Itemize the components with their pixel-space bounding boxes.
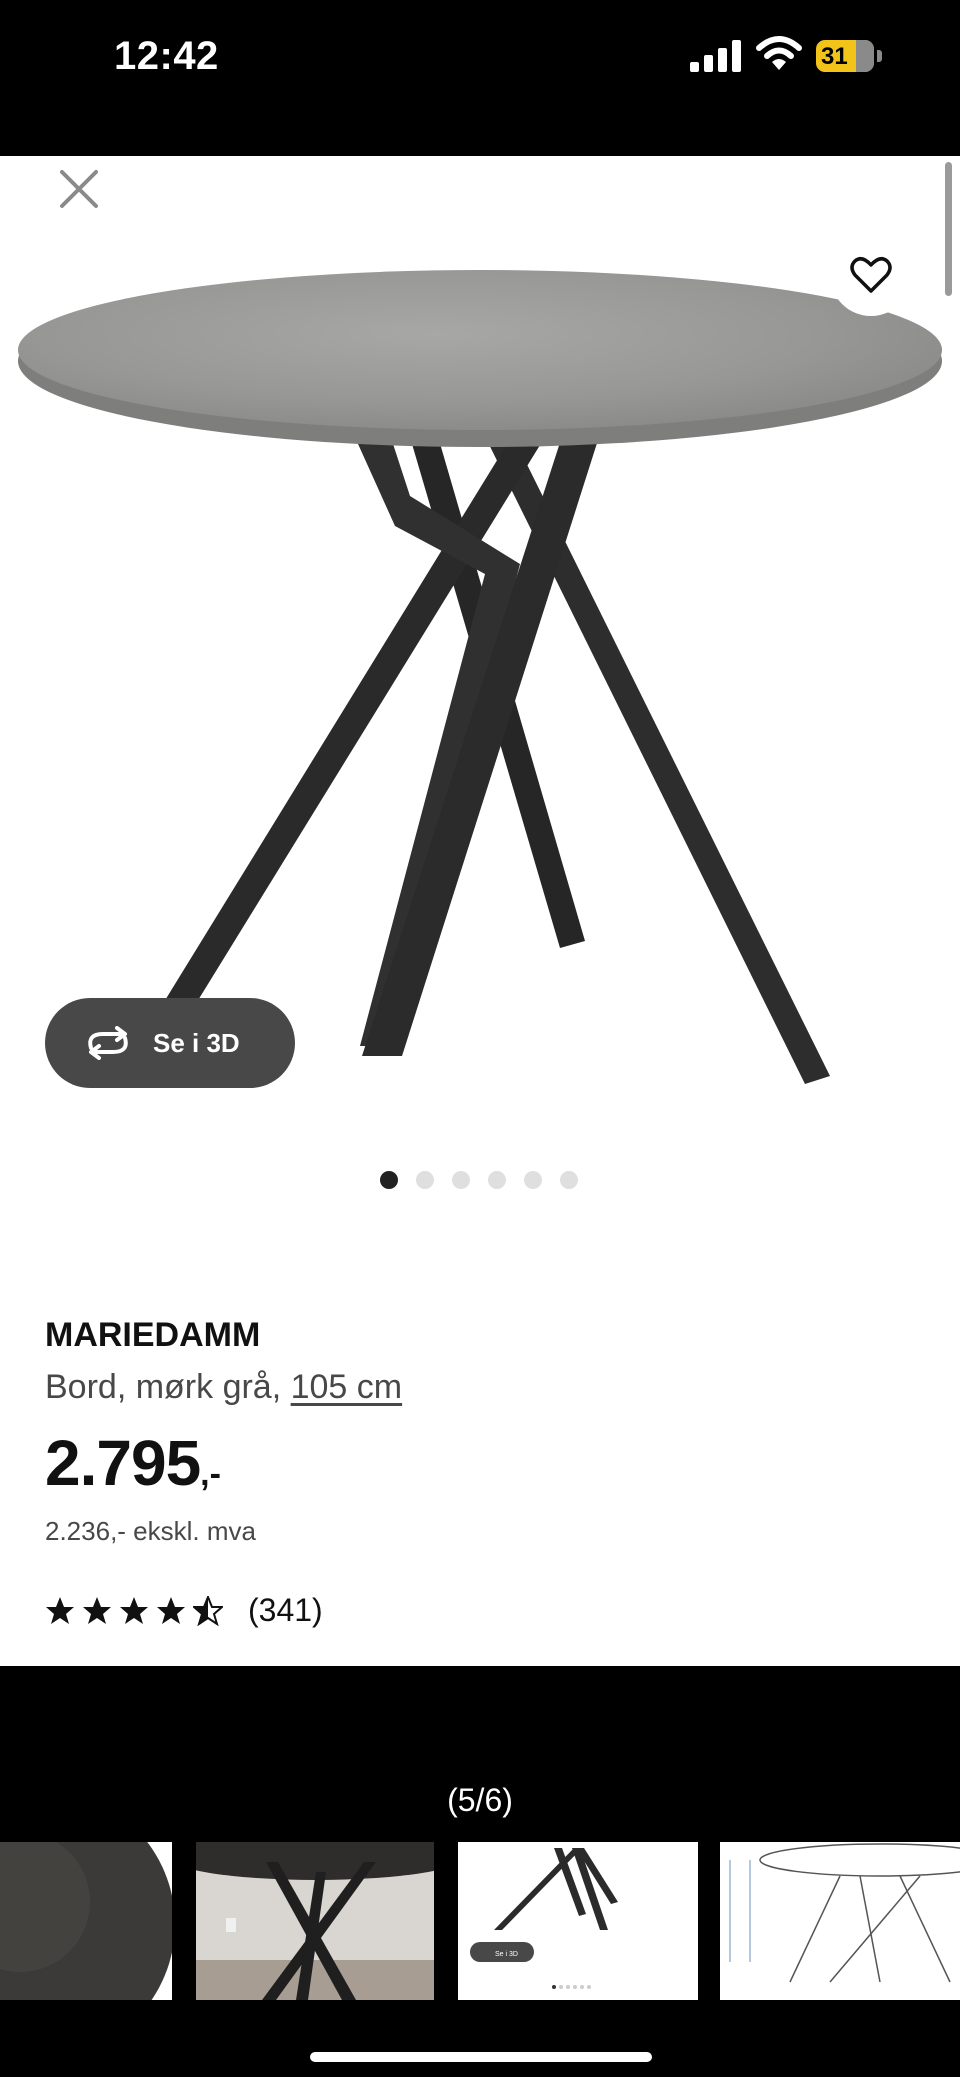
rotate-3d-icon [88,1026,128,1060]
carousel-dot[interactable] [380,1171,398,1189]
battery-charging-icon: 31 [816,40,884,72]
heart-icon [850,257,892,293]
star-icon [46,1596,74,1624]
thumb-3d-label: Se i 3D [495,1951,518,1958]
status-bar: 12:42 31 [0,0,960,156]
product-sheet: Se i 3D MARIEDAMM Bord, mørk grå, 105 cm… [0,156,960,1666]
star-icon [83,1596,111,1624]
price-suffix: ,- [200,1455,221,1493]
product-name: MARIEDAMM [45,1316,261,1354]
star-half-icon [193,1595,223,1626]
price-excl-vat: 2.236,- ekskl. mva [45,1516,256,1546]
product-description-text: Bord, mørk grå, [45,1368,291,1406]
gallery-thumbnail[interactable] [0,1842,172,2000]
favorite-button[interactable] [830,234,912,316]
gallery-thumbnail-active[interactable]: Se i 3D [458,1842,698,2000]
carousel-dot[interactable] [560,1171,578,1189]
size-link[interactable]: 105 cm [291,1368,403,1406]
product-description: Bord, mørk grå, 105 cm [45,1368,402,1407]
scrollbar[interactable] [945,162,952,296]
status-time: 12:42 [114,34,219,78]
home-indicator[interactable] [310,2052,652,2062]
carousel-dot[interactable] [524,1171,542,1189]
carousel-dot[interactable] [488,1171,506,1189]
wifi-icon [756,36,802,70]
battery-level: 31 [821,43,848,70]
cellular-signal-icon [690,40,741,72]
gallery-counter: (5/6) [447,1782,513,1818]
rating-count: (341) [248,1592,323,1628]
carousel-dot[interactable] [416,1171,434,1189]
view-3d-button[interactable]: Se i 3D [45,998,295,1088]
price-value: 2.795 [45,1427,201,1499]
gallery-thumbnail[interactable] [196,1842,434,2000]
close-icon[interactable] [56,166,102,212]
gallery-thumbnail[interactable] [720,1842,960,2000]
product-image[interactable] [0,246,960,1256]
star-icon [120,1596,148,1624]
view-3d-label: Se i 3D [153,1027,240,1058]
carousel-dots[interactable] [380,1171,578,1193]
carousel-dot[interactable] [452,1171,470,1189]
product-price: 2.795,- [45,1426,221,1500]
star-icon [157,1596,185,1624]
product-rating[interactable]: (341) [45,1592,323,1629]
